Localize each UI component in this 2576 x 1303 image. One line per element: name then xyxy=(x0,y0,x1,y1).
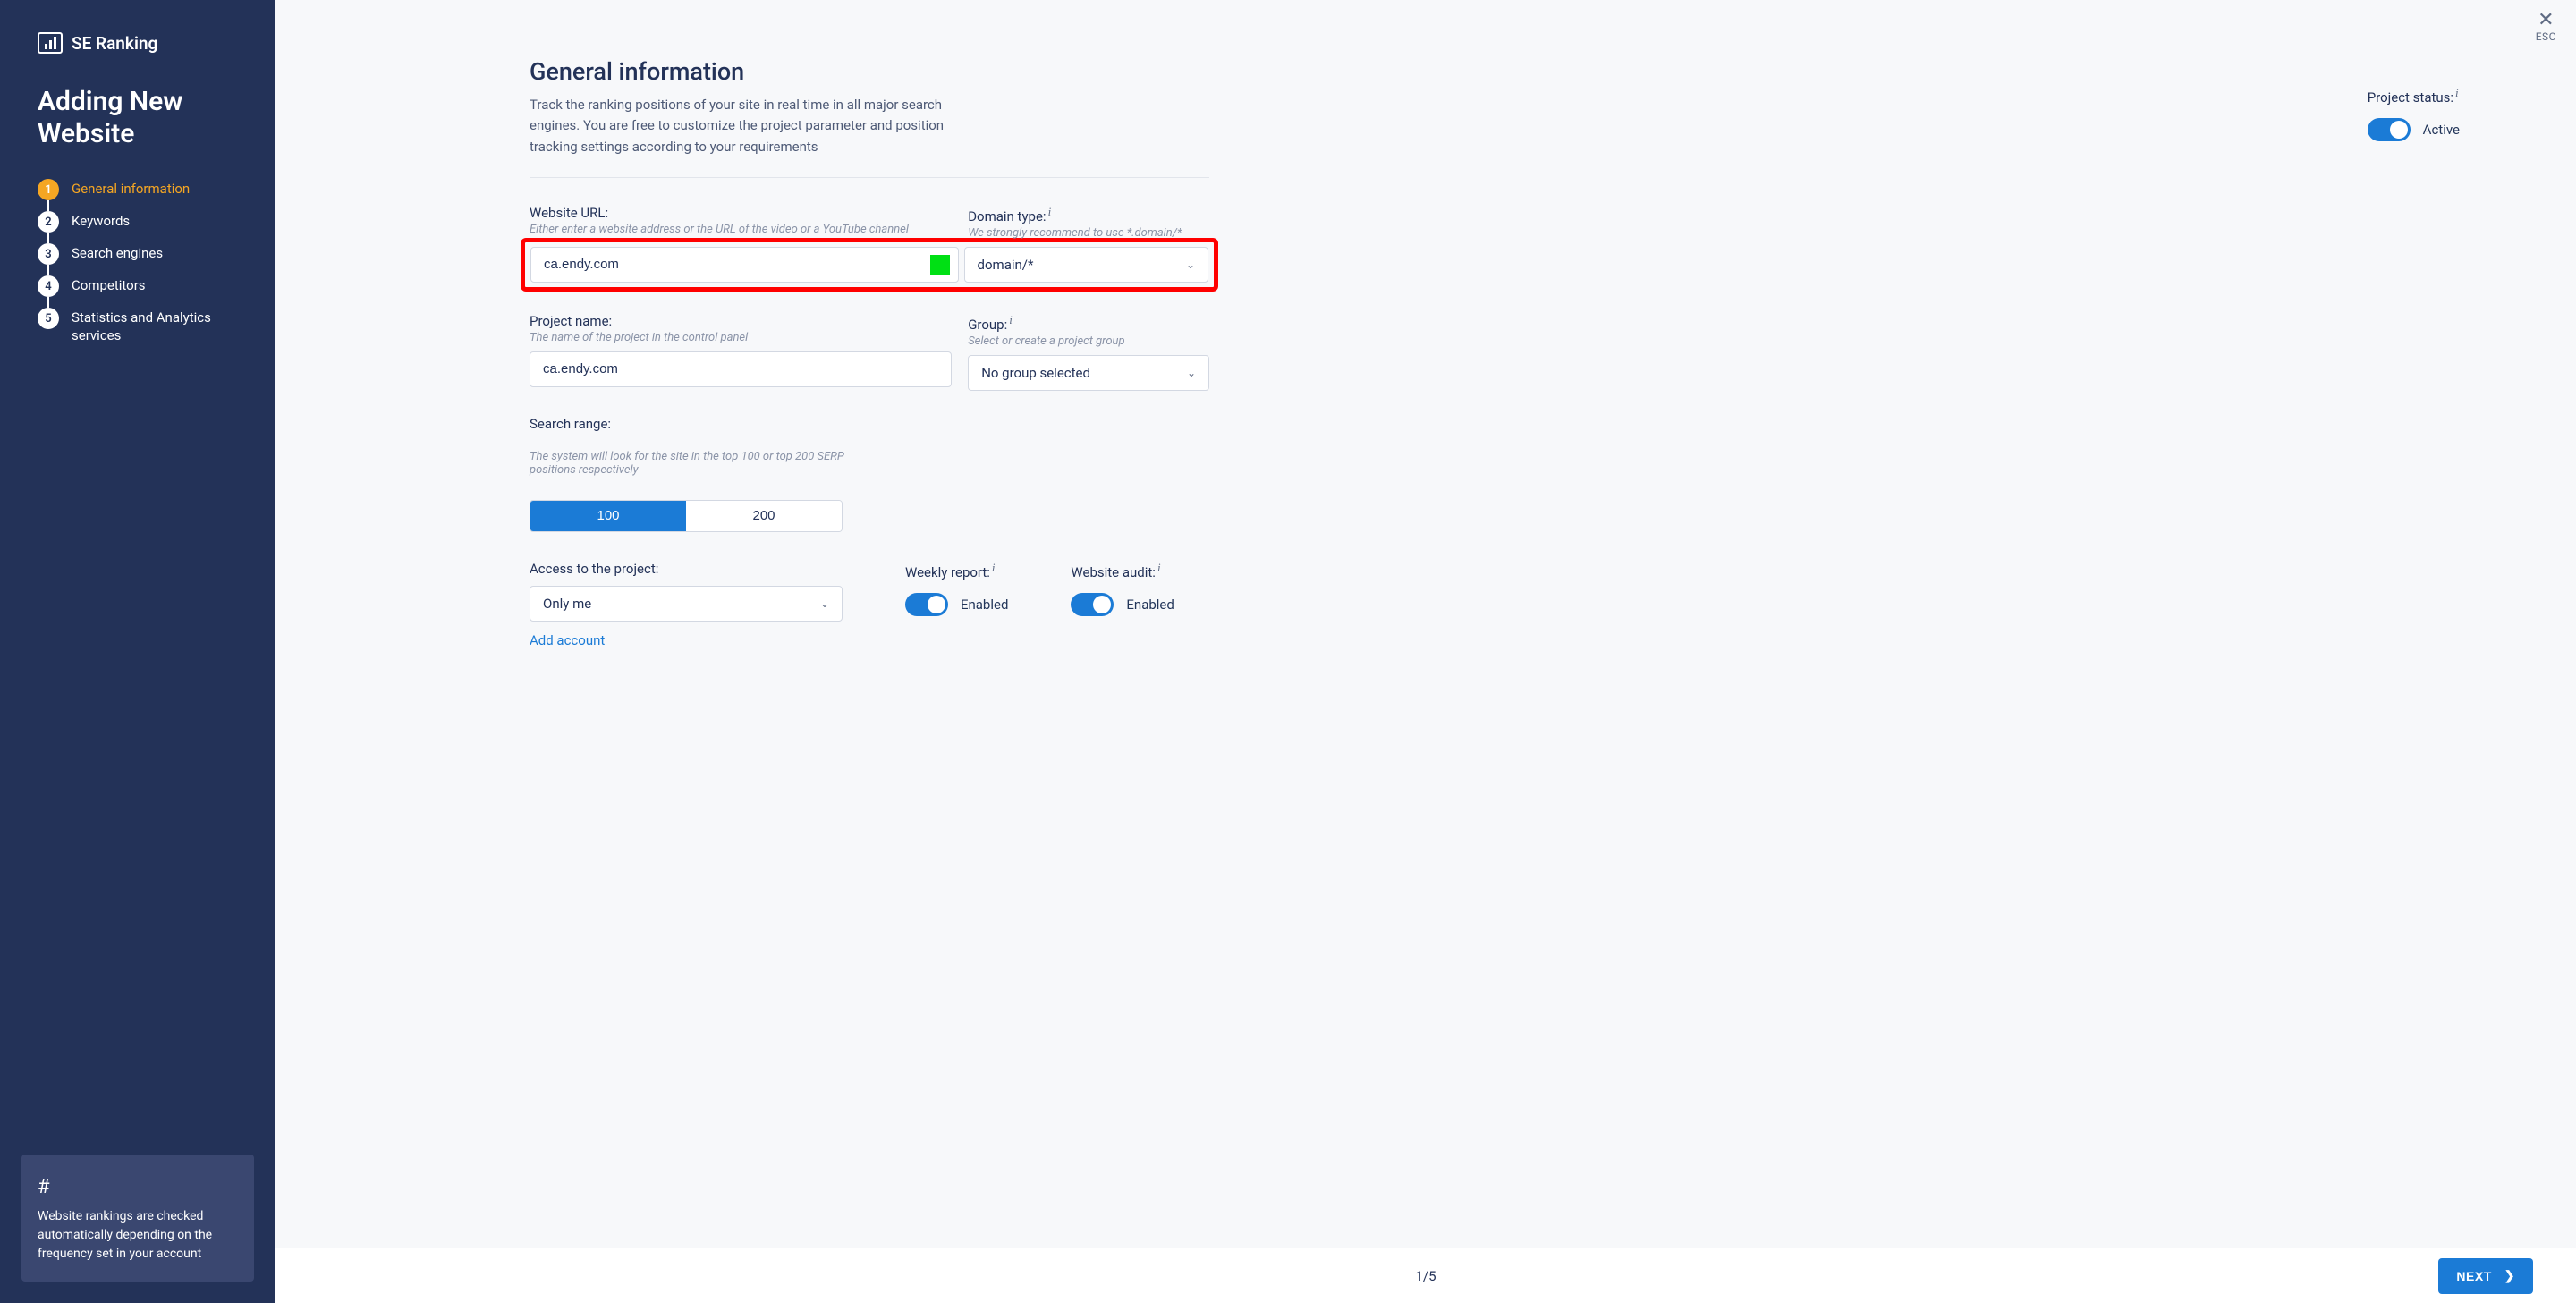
wizard-footer: 1/5 NEXT ❯ xyxy=(275,1248,2576,1303)
step-general-information[interactable]: 1 General information xyxy=(38,179,254,211)
group-value: No group selected xyxy=(981,365,1090,381)
step-number: 1 xyxy=(38,179,59,200)
group-select[interactable]: No group selected ⌄ xyxy=(968,355,1209,391)
close-button[interactable]: ✕ ESC xyxy=(2536,11,2556,43)
weekly-report-label: Weekly report:i xyxy=(905,561,1008,580)
chevron-down-icon: ⌄ xyxy=(1186,258,1195,271)
group-label: Group:i xyxy=(968,313,1209,333)
next-label: NEXT xyxy=(2456,1269,2491,1283)
status-value: Active xyxy=(2423,122,2460,138)
step-number: 5 xyxy=(38,308,59,329)
domain-type-value: domain/* xyxy=(978,257,1034,273)
domain-type-label: Domain type:i xyxy=(968,205,1209,224)
hash-icon: # xyxy=(38,1172,238,1202)
page-title: Adding New Website xyxy=(21,86,254,150)
access-select[interactable]: Only me ⌄ xyxy=(530,586,843,622)
website-audit-value: Enabled xyxy=(1126,597,1174,613)
project-name-label: Project name: xyxy=(530,313,952,329)
url-label: Website URL: xyxy=(530,205,952,221)
info-icon[interactable]: i xyxy=(1048,205,1052,218)
info-icon[interactable]: i xyxy=(2455,86,2459,99)
bar-chart-icon xyxy=(38,32,63,54)
weekly-report-value: Enabled xyxy=(961,597,1008,613)
close-icon: ✕ xyxy=(2536,11,2556,30)
project-name-hint: The name of the project in the control p… xyxy=(530,331,952,344)
divider xyxy=(530,177,1209,178)
next-button[interactable]: NEXT ❯ xyxy=(2438,1258,2533,1294)
step-label: Search engines xyxy=(72,243,163,263)
step-keywords[interactable]: 2 Keywords xyxy=(38,211,254,243)
project-name-input[interactable] xyxy=(530,351,952,387)
step-competitors[interactable]: 4 Competitors xyxy=(38,275,254,308)
website-audit-toggle[interactable] xyxy=(1071,593,1114,616)
info-icon[interactable]: i xyxy=(1009,313,1013,326)
website-url-input[interactable] xyxy=(530,247,959,283)
range-option-100[interactable]: 100 xyxy=(530,501,686,531)
website-audit-label: Website audit:i xyxy=(1071,561,1174,580)
step-number: 2 xyxy=(38,211,59,233)
section-description: Track the ranking positions of your site… xyxy=(530,95,968,157)
status-indicator-icon xyxy=(930,255,950,275)
step-search-engines[interactable]: 3 Search engines xyxy=(38,243,254,275)
domain-type-select[interactable]: domain/* ⌄ xyxy=(964,247,1208,283)
close-label: ESC xyxy=(2536,30,2556,43)
wizard-steps: 1 General information 2 Keywords 3 Searc… xyxy=(21,179,254,355)
main-content: ✕ ESC Project status:i Active General in… xyxy=(275,0,2576,1303)
tip-box: # Website rankings are checked automatic… xyxy=(21,1155,254,1282)
info-icon[interactable]: i xyxy=(1157,561,1161,574)
step-number: 4 xyxy=(38,275,59,297)
access-label: Access to the project: xyxy=(530,561,843,577)
step-label: Competitors xyxy=(72,275,146,295)
page-indicator: 1/5 xyxy=(1415,1268,1436,1284)
domain-type-hint: We strongly recommend to use *.domain/* xyxy=(968,226,1209,240)
section-title: General information xyxy=(530,57,1209,86)
chevron-down-icon: ⌄ xyxy=(1187,367,1196,379)
step-label: Keywords xyxy=(72,211,130,231)
chevron-down-icon: ⌄ xyxy=(820,597,829,610)
group-hint: Select or create a project group xyxy=(968,334,1209,348)
sidebar: SE Ranking Adding New Website 1 General … xyxy=(0,0,275,1303)
url-hint: Either enter a website address or the UR… xyxy=(530,223,952,236)
status-label: Project status:i xyxy=(2368,86,2460,106)
info-icon[interactable]: i xyxy=(992,561,996,574)
project-status: Project status:i Active xyxy=(2368,86,2460,141)
search-range-label: Search range: xyxy=(530,416,1209,432)
access-value: Only me xyxy=(543,596,591,612)
step-label: Statistics and Analytics services xyxy=(72,308,224,344)
status-toggle[interactable] xyxy=(2368,118,2411,141)
tip-text: Website rankings are checked automatical… xyxy=(38,1209,212,1261)
search-range-toggle: 100 200 xyxy=(530,500,843,532)
range-option-200[interactable]: 200 xyxy=(686,501,842,531)
step-statistics[interactable]: 5 Statistics and Analytics services xyxy=(38,308,254,355)
chevron-right-icon: ❯ xyxy=(2504,1268,2515,1283)
search-range-hint: The system will look for the site in the… xyxy=(530,450,852,477)
weekly-report-toggle[interactable] xyxy=(905,593,948,616)
add-account-link[interactable]: Add account xyxy=(530,632,843,648)
brand-logo: SE Ranking xyxy=(21,32,254,54)
step-label: General information xyxy=(72,179,190,199)
step-number: 3 xyxy=(38,243,59,265)
brand-name: SE Ranking xyxy=(72,33,157,54)
